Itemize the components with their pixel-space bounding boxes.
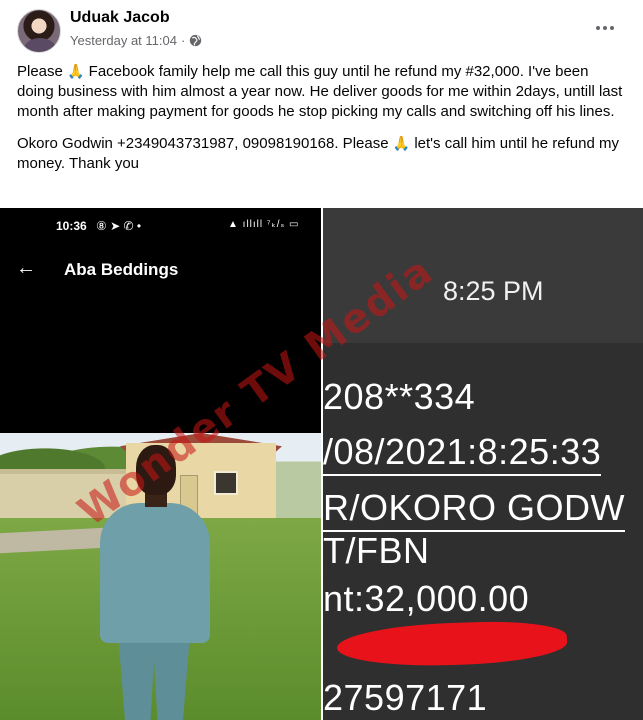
receipt-amount: nt:32,000.00 xyxy=(323,578,530,619)
praying-hands-icon: 🙏 xyxy=(67,63,85,79)
post-timestamp[interactable]: Yesterday at 11:04 xyxy=(70,33,177,48)
receipt-account: 208**334 xyxy=(323,376,476,417)
receipt-reference: 27597171 xyxy=(323,677,487,720)
chat-title: Aba Beddings xyxy=(64,260,179,279)
signal-battery-icon: ▲ ıllıll ⁷ₖ/ₛ ▭ xyxy=(228,219,300,230)
status-time: 10:36 xyxy=(56,219,87,233)
praying-hands-icon: 🙏 xyxy=(392,135,411,151)
more-options-icon[interactable] xyxy=(593,16,617,40)
receipt-date: /08/2021:8:25:33 xyxy=(323,431,602,476)
post-paragraph-1: Please 🙏 Facebook family help me call th… xyxy=(17,63,623,120)
post-meta: Yesterday at 11:04 · xyxy=(70,33,202,48)
meta-separator: · xyxy=(180,33,186,48)
phone-status-bar: 10:36 ⑧ ➤ ✆ • ▲ ıllıll ⁷ₖ/ₛ ▭ xyxy=(0,208,321,244)
author-name[interactable]: Uduak Jacob xyxy=(70,9,170,27)
status-notification-icons: ⑧ ➤ ✆ • xyxy=(96,219,142,233)
receipt-bank: T/FBN xyxy=(323,530,430,571)
bank-receipt-image[interactable]: 8:25 PM 208**334 /08/2021:8:25:33 R/OKOR… xyxy=(323,208,643,720)
post-header: Uduak Jacob Yesterday at 11:04 · xyxy=(0,0,643,60)
post-paragraph-2: Okoro Godwin +2349043731987, 09098190168… xyxy=(17,135,619,172)
chat-screenshot-image[interactable]: 10:36 ⑧ ➤ ✆ • ▲ ıllıll ⁷ₖ/ₛ ▭ ← Aba Bedd… xyxy=(0,208,321,720)
avatar[interactable] xyxy=(17,9,61,53)
receipt-recipient: R/OKORO GODW xyxy=(323,487,625,532)
post-images: 10:36 ⑧ ➤ ✆ • ▲ ıllıll ⁷ₖ/ₛ ▭ ← Aba Bedd… xyxy=(0,208,643,720)
back-arrow-icon[interactable]: ← xyxy=(16,257,36,280)
chat-header: ← Aba Beddings xyxy=(0,254,321,284)
post-body: Please 🙏 Facebook family help me call th… xyxy=(17,61,627,185)
receipt-time: 8:25 PM xyxy=(443,276,544,306)
globe-icon[interactable] xyxy=(189,34,202,47)
man-photo xyxy=(0,433,321,720)
